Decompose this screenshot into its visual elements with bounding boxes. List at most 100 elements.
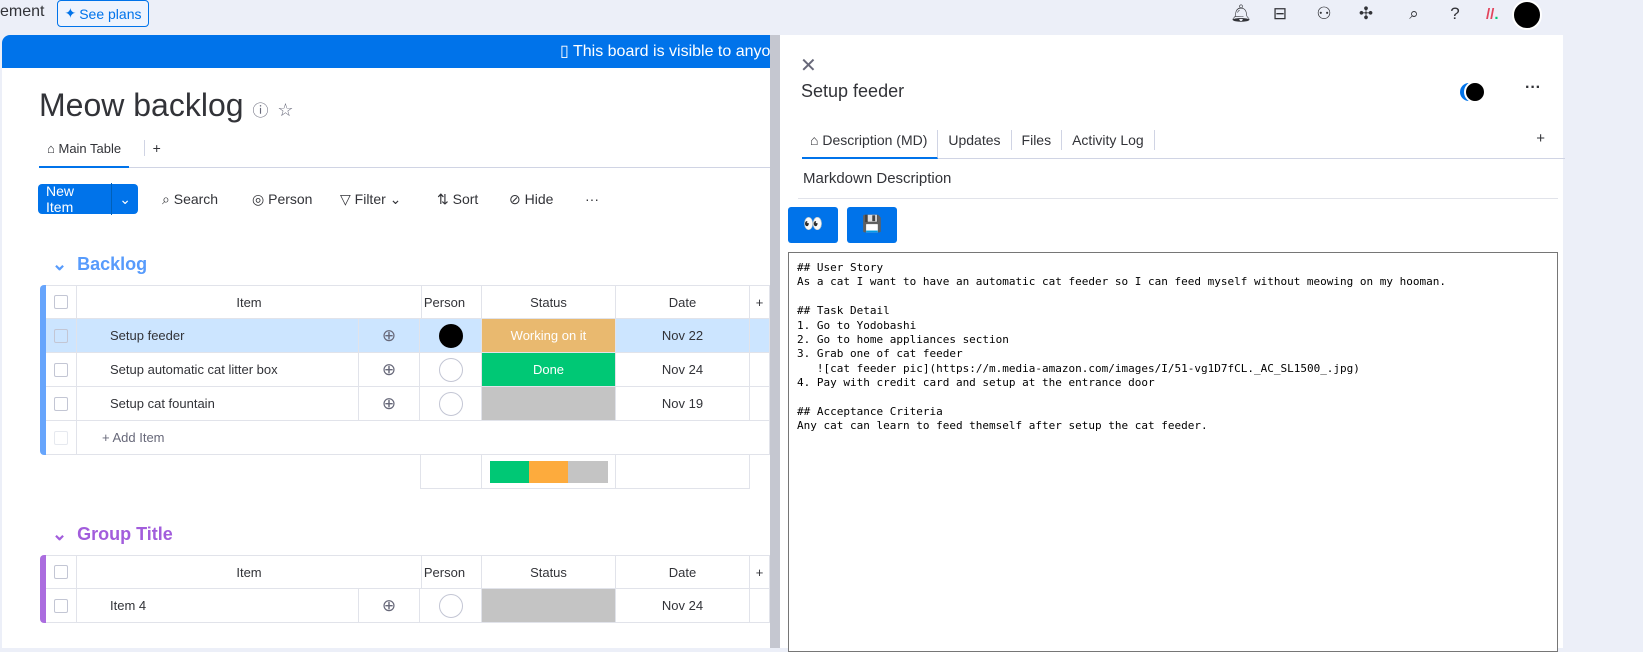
column-header-col[interactable]: Date (616, 285, 750, 319)
bell-icon[interactable]: 🔔︎ (1230, 4, 1252, 24)
column-header-col[interactable]: Status (482, 555, 616, 589)
date-cell[interactable]: Nov 19 (616, 387, 750, 421)
hide-button[interactable]: ⊘ Hide (509, 191, 553, 208)
column-header-cb[interactable] (46, 285, 77, 319)
date-cell[interactable]: Nov 24 (616, 589, 750, 623)
tab-main-table[interactable]: ⌂ Main Table (39, 135, 130, 168)
add-update-icon[interactable]: ⊕ (359, 319, 420, 353)
top-bar: ement ✦ See plans 🔔︎ ⊟ ⚇ ✣ ⌕ ? //. (0, 0, 1643, 35)
more-icon[interactable]: ··· (1525, 79, 1541, 97)
add-update-icon[interactable]: ⊕ (359, 387, 420, 421)
more-icon[interactable]: ··· (585, 191, 599, 207)
row-checkbox-cell[interactable] (46, 353, 77, 387)
person-avatar-icon (438, 391, 463, 416)
inbox-icon[interactable]: ⊟ (1269, 4, 1291, 24)
tab-files[interactable]: Files (1012, 130, 1063, 150)
column-header-col[interactable]: Person (420, 285, 482, 319)
apps-icon[interactable]: ✣ (1355, 4, 1377, 24)
tab-updates[interactable]: Updates (938, 130, 1012, 150)
column-header-col[interactable]: Status (482, 285, 616, 319)
date-summary (616, 455, 750, 489)
add-update-icon[interactable]: ⊕ (359, 353, 420, 387)
board: ▯ This board is visible to anyo Meow bac… (2, 35, 770, 648)
status-cell[interactable]: Done (482, 353, 616, 387)
date-cell[interactable]: Nov 24 (616, 353, 750, 387)
select-all-checkbox[interactable] (54, 565, 68, 579)
add-row-checkbox (46, 421, 77, 455)
empty-cell (750, 319, 770, 353)
row-checkbox[interactable] (54, 598, 68, 613)
sparkle-icon: ✦ (64, 5, 77, 21)
empty-cell (750, 589, 770, 623)
row-checkbox[interactable] (54, 328, 68, 343)
group-header[interactable]: ⌄ Backlog (52, 254, 147, 275)
item-panel: ✕ Setup feeder ··· ⌂ Description (MD) Upd… (770, 35, 1565, 652)
subscribers-avatar[interactable] (1464, 81, 1486, 103)
column-header-add[interactable]: + (750, 285, 770, 319)
preview-button[interactable]: 👀 (788, 207, 838, 243)
add-item-input[interactable]: + Add Item (77, 421, 770, 455)
column-header-cb[interactable] (46, 555, 77, 589)
add-view-button[interactable]: + (143, 140, 161, 156)
row-checkbox-cell[interactable] (46, 319, 77, 353)
group-header[interactable]: ⌄ Group Title (52, 524, 173, 545)
markdown-editor[interactable]: ## User Story As a cat I want to have an… (788, 252, 1558, 652)
home-icon: ⌂ (47, 141, 55, 156)
invite-icon[interactable]: ⚇ (1313, 4, 1335, 24)
person-cell[interactable] (420, 319, 482, 353)
person-cell[interactable] (420, 353, 482, 387)
workspace-name: ement (0, 3, 45, 20)
column-header-col[interactable]: Date (616, 555, 750, 589)
status-cell[interactable] (482, 589, 616, 623)
item-name[interactable]: Setup cat fountain (77, 387, 359, 421)
section-title: Markdown Description (803, 170, 952, 187)
select-all-checkbox[interactable] (54, 295, 68, 309)
person-filter-button[interactable]: ◎ Person (252, 191, 312, 208)
item-name[interactable]: Setup automatic cat litter box (77, 353, 359, 387)
row-checkbox[interactable] (54, 396, 68, 411)
star-icon[interactable]: ☆ (277, 100, 293, 120)
empty-cell (750, 353, 770, 387)
item-name[interactable]: Item 4 (77, 589, 359, 623)
user-avatar[interactable] (1512, 0, 1542, 30)
date-cell[interactable]: Nov 22 (616, 319, 750, 353)
close-icon[interactable]: ✕ (800, 53, 817, 78)
person-cell[interactable] (420, 589, 482, 623)
status-summary-segment (528, 460, 569, 483)
save-button[interactable]: 💾 (847, 207, 897, 243)
chevron-down-icon[interactable]: ⌄ (52, 254, 67, 274)
add-tab-button[interactable]: + (1536, 130, 1545, 147)
column-header-item[interactable]: Item (77, 555, 422, 589)
chevron-down-icon[interactable]: ⌄ (52, 524, 67, 544)
person-avatar-icon (438, 357, 463, 382)
add-update-icon[interactable]: ⊕ (359, 589, 420, 623)
column-header-item[interactable]: Item (77, 285, 422, 319)
status-summary[interactable] (482, 455, 616, 489)
search-icon[interactable]: ⌕ (1403, 4, 1425, 24)
info-icon[interactable]: ⓘ (252, 103, 268, 120)
status-summary-segment (489, 460, 529, 483)
monday-logo: //. (1486, 6, 1499, 23)
chevron-down-icon[interactable]: ⌄ (112, 191, 138, 208)
column-header-col[interactable]: Person (420, 555, 482, 589)
divider (798, 198, 1558, 199)
status-cell[interactable]: Working on it (482, 319, 616, 353)
see-plans-button[interactable]: ✦ See plans (57, 0, 149, 27)
person-avatar-icon (438, 593, 463, 618)
filter-button[interactable]: ▽ Filter ⌄ (340, 191, 401, 208)
board-title: Meow backlog ⓘ ☆ (39, 87, 294, 123)
help-icon[interactable]: ? (1444, 4, 1466, 24)
search-button[interactable]: ⌕ Search (162, 191, 218, 208)
sort-button[interactable]: ⇅ Sort (437, 191, 478, 208)
status-cell[interactable] (482, 387, 616, 421)
item-title[interactable]: Setup feeder (801, 81, 904, 102)
new-item-button[interactable]: New Item ⌄ (38, 183, 138, 215)
item-name[interactable]: Setup feeder (77, 319, 359, 353)
tab-activity-log[interactable]: Activity Log (1062, 130, 1155, 150)
person-cell[interactable] (420, 387, 482, 421)
tab-description[interactable]: ⌂ Description (MD) (802, 130, 939, 159)
row-checkbox-cell[interactable] (46, 387, 77, 421)
column-header-add[interactable]: + (750, 555, 770, 589)
row-checkbox-cell[interactable] (46, 589, 77, 623)
row-checkbox[interactable] (54, 362, 68, 377)
